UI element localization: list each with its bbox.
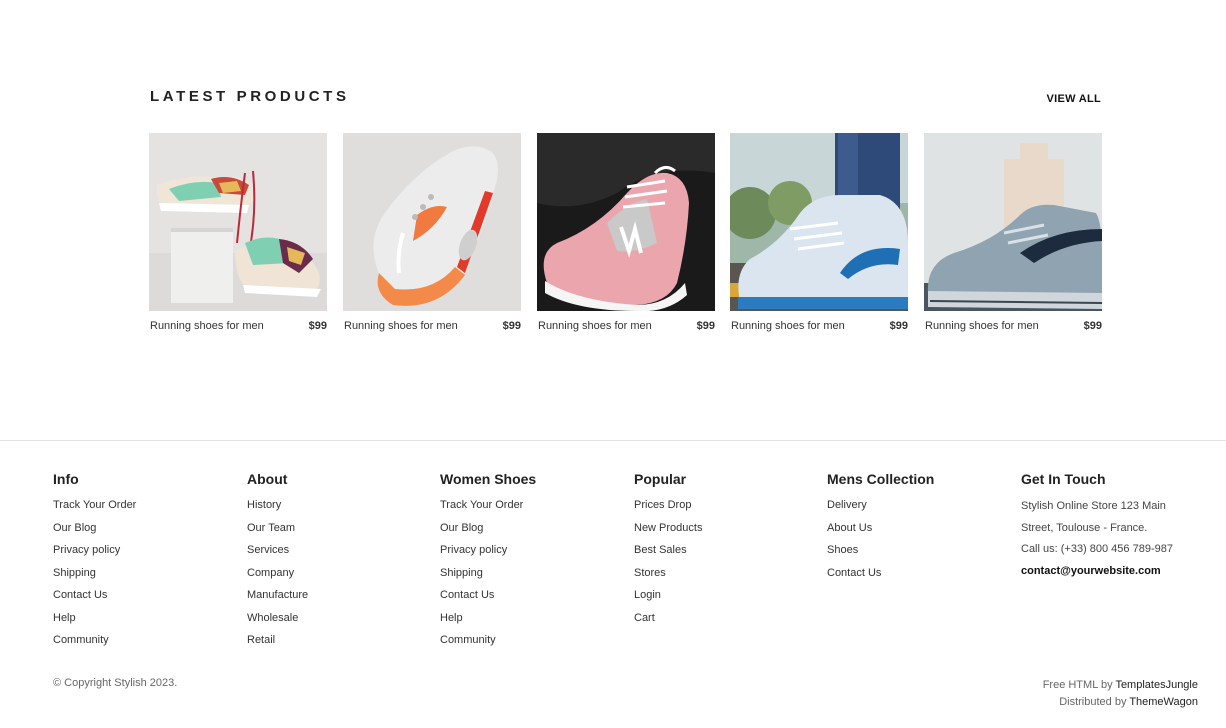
credit-dist-prefix: Distributed by [1059,696,1127,708]
footer-link[interactable]: Stores [634,567,666,579]
view-all-link[interactable]: VIEW ALL [1046,93,1101,105]
product-card[interactable]: Running shoes for men $99 [149,133,327,340]
footer-link[interactable]: Cart [634,612,655,624]
product-image[interactable] [924,133,1102,311]
footer-link[interactable]: Shipping [440,567,483,579]
footer-link[interactable]: Community [53,634,109,646]
product-image[interactable] [730,133,908,311]
footer-column-women-shoes: Women Shoes Track Your Order Our Blog Pr… [440,471,536,656]
credits: Free HTML by TemplatesJungle Distributed… [1043,677,1198,711]
footer-link[interactable]: Manufacture [247,589,308,601]
footer-link[interactable]: Delivery [827,499,867,511]
product-price: $99 [696,320,715,332]
footer-link[interactable]: Wholesale [247,612,298,624]
footer-link[interactable]: Our Blog [53,522,96,534]
footer-column-title: Mens Collection [827,471,935,487]
footer-column-title: Get In Touch [1021,471,1106,487]
footer-link[interactable]: Track Your Order [53,499,136,511]
footer-link[interactable]: Our Team [247,522,295,534]
footer-link[interactable]: Services [247,544,289,556]
footer-column-info: Info Track Your Order Our Blog Privacy p… [53,471,136,656]
product-price: $99 [889,320,908,332]
product-name[interactable]: Running shoes for men [538,320,652,332]
footer-link[interactable]: New Products [634,522,702,534]
product-name[interactable]: Running shoes for men [150,320,264,332]
footer-column-popular: Popular Prices Drop New Products Best Sa… [634,471,702,633]
section-title: LATEST PRODUCTS [150,88,350,105]
product-card[interactable]: Running shoes for men $99 [730,133,908,340]
footer-link[interactable]: Contact Us [440,589,494,601]
product-price: $99 [1083,320,1102,332]
footer-link[interactable]: History [247,499,281,511]
footer-column-about: About History Our Team Services Company … [247,471,308,656]
footer-link[interactable]: About Us [827,522,872,534]
product-price: $99 [502,320,521,332]
product-card[interactable]: Running shoes for men $99 [924,133,1102,340]
footer-column-contact: Get In Touch Stylish Online Store 123 Ma… [1021,471,1191,582]
footer-link[interactable]: Shoes [827,544,858,556]
footer-link[interactable]: Help [440,612,463,624]
product-card[interactable]: Running shoes for men $99 [537,133,715,340]
contact-address: Stylish Online Store 123 Main Street, To… [1021,500,1166,534]
footer-link[interactable]: Best Sales [634,544,687,556]
product-image[interactable] [537,133,715,311]
footer-link[interactable]: Company [247,567,294,579]
product-name[interactable]: Running shoes for men [344,320,458,332]
product-name[interactable]: Running shoes for men [731,320,845,332]
footer-link[interactable]: Prices Drop [634,499,691,511]
footer-divider [0,440,1226,441]
product-card[interactable]: Running shoes for men $99 [343,133,521,340]
footer-link[interactable]: Login [634,589,661,601]
footer-link[interactable]: Contact Us [53,589,107,601]
footer-link[interactable]: Community [440,634,496,646]
product-image[interactable] [343,133,521,311]
product-price: $99 [308,320,327,332]
latest-products-header: LATEST PRODUCTS VIEW ALL [150,88,1101,112]
footer-column-title: Info [53,471,79,487]
footer-link[interactable]: Our Blog [440,522,483,534]
templatesjungle-link[interactable]: TemplatesJungle [1115,679,1198,691]
product-image[interactable] [149,133,327,311]
footer-link[interactable]: Privacy policy [440,544,507,556]
credit-html-prefix: Free HTML by [1042,679,1113,691]
contact-email[interactable]: contact@yourwebsite.com [1021,561,1191,583]
contact-phone: Call us: (+33) 800 456 789-987 [1021,543,1173,555]
copyright-text: © Copyright Stylish 2023. [53,677,178,689]
themewagon-link[interactable]: ThemeWagon [1129,696,1198,708]
product-grid: Running shoes for men $99 Running shoes … [149,133,1102,343]
footer-column-title: About [247,471,288,487]
footer-link[interactable]: Shipping [53,567,96,579]
footer-link[interactable]: Help [53,612,76,624]
product-name[interactable]: Running shoes for men [925,320,1039,332]
footer-column-mens-collection: Mens Collection Delivery About Us Shoes … [827,471,934,588]
footer-column-title: Popular [634,471,687,487]
footer-link[interactable]: Privacy policy [53,544,120,556]
footer-link[interactable]: Contact Us [827,567,881,579]
footer-link[interactable]: Track Your Order [440,499,523,511]
footer-column-title: Women Shoes [440,471,537,487]
footer-link[interactable]: Retail [247,634,275,646]
